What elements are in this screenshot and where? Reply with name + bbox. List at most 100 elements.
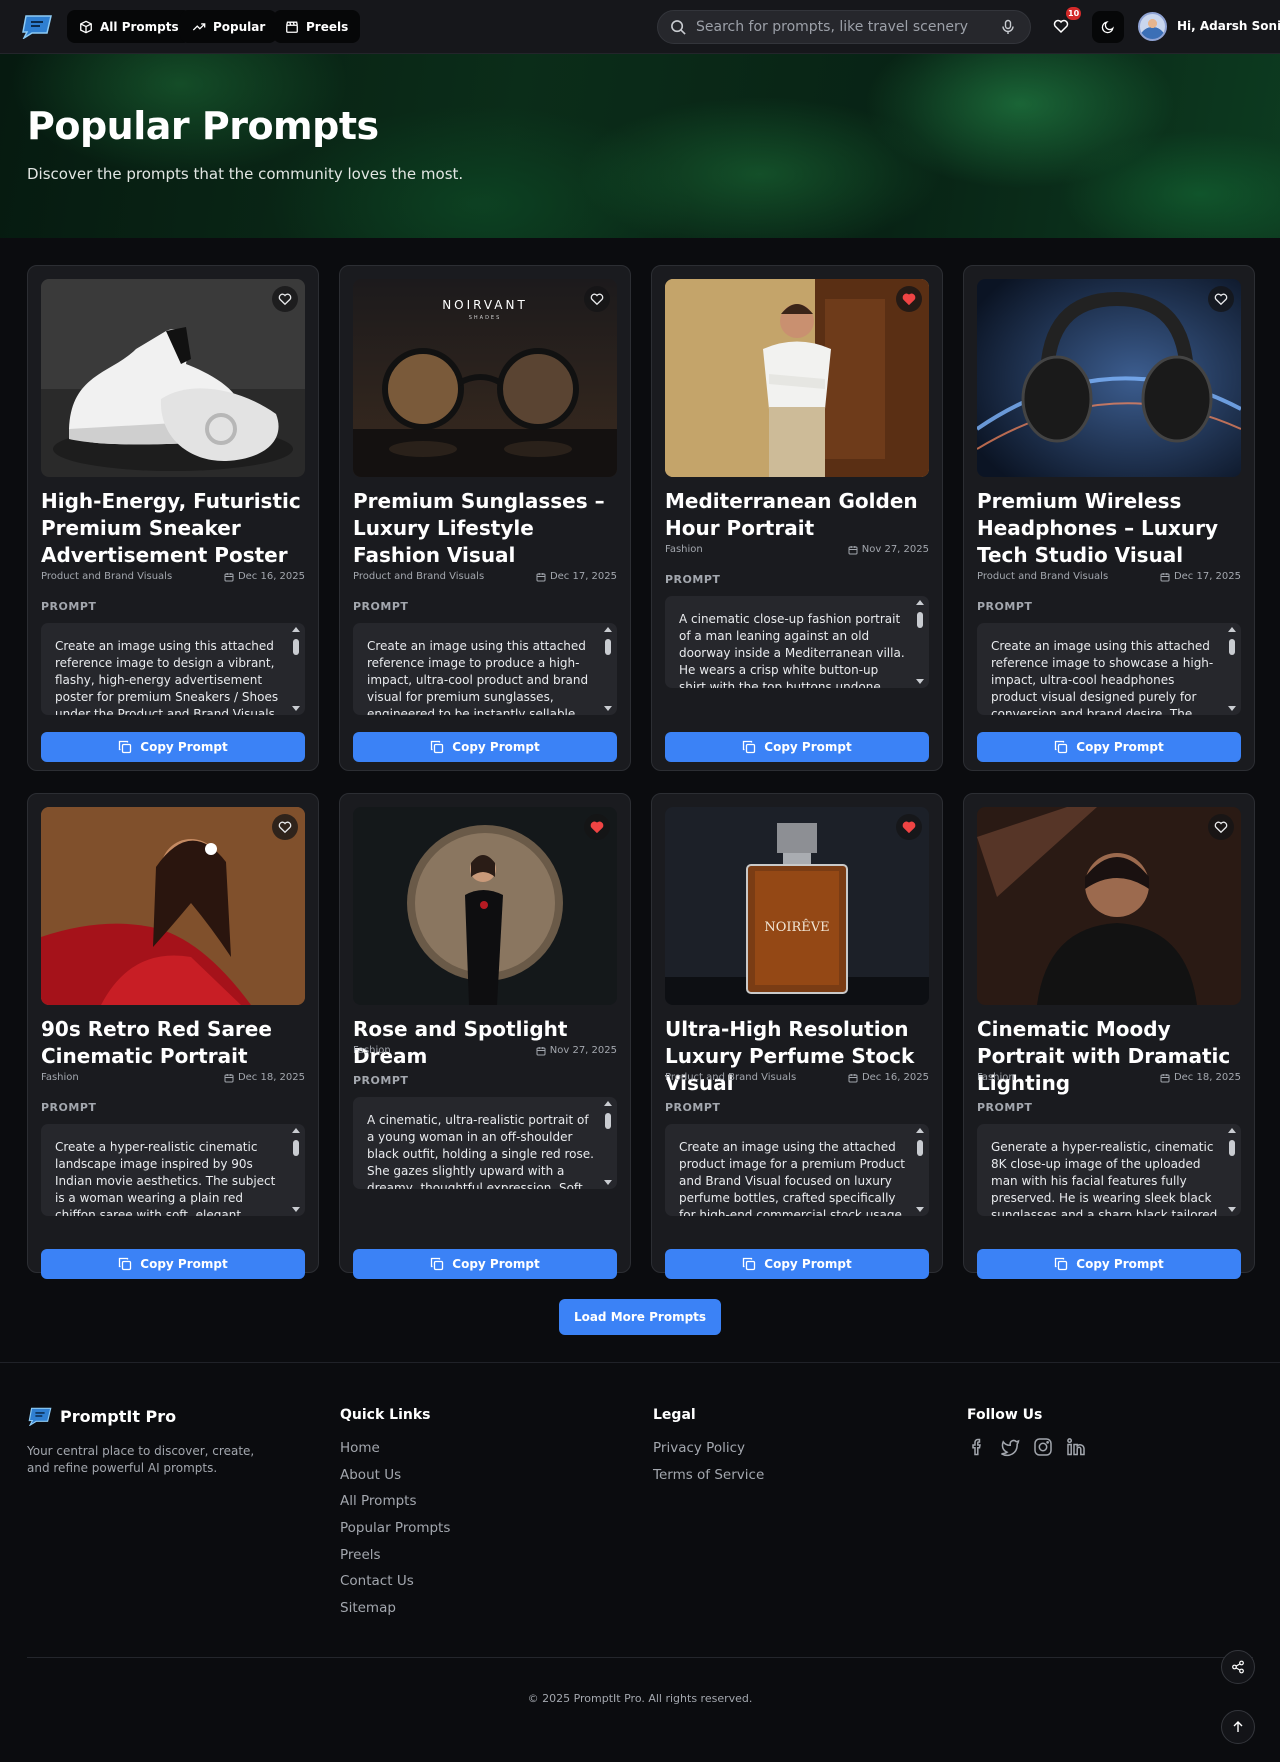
prompt-card[interactable]: Mediterranean Golden Hour Portrait Fashio… (651, 265, 943, 771)
prompt-card-title[interactable]: Rose and Spotlight Dream (353, 1016, 623, 1070)
prompt-card[interactable]: 90s Retro Red Saree Cinematic Portrait Fa… (27, 793, 319, 1279)
prompt-card-image[interactable] (353, 807, 617, 1005)
favorite-toggle-button[interactable] (272, 814, 298, 840)
prompt-card-image[interactable]: NOIRÊVE (665, 807, 929, 1005)
prompt-card-image[interactable] (665, 279, 929, 477)
footer-link-home[interactable]: Home (340, 1440, 380, 1456)
copy-prompt-button[interactable]: Copy Prompt (41, 732, 305, 762)
prompt-card-title[interactable]: Premium Wireless Headphones – Luxury Tec… (977, 488, 1247, 569)
scroll-down-arrow[interactable] (916, 1207, 924, 1212)
favorite-toggle-button[interactable] (584, 814, 610, 840)
scroll-down-arrow[interactable] (604, 1180, 612, 1185)
favorite-toggle-button[interactable] (272, 286, 298, 312)
scroll-up-arrow[interactable] (916, 600, 924, 605)
prompt-card[interactable]: Premium Wireless Headphones – Luxury Tec… (963, 265, 1255, 771)
prompt-card-image[interactable] (977, 279, 1241, 477)
scroll-down-arrow[interactable] (604, 706, 612, 711)
prompt-card[interactable]: High-Energy, Futuristic Premium Sneaker … (27, 265, 319, 771)
scroll-down-arrow[interactable] (1228, 706, 1236, 711)
theme-toggle-button[interactable] (1092, 11, 1124, 43)
scrollbar-thumb[interactable] (605, 639, 611, 655)
copy-prompt-button[interactable]: Copy Prompt (665, 732, 929, 762)
scroll-down-arrow[interactable] (292, 706, 300, 711)
prompt-scrollbar[interactable] (291, 1128, 301, 1212)
scrollbar-thumb[interactable] (293, 1140, 299, 1156)
prompt-scrollbar[interactable] (1227, 627, 1237, 711)
promptit-logo-icon[interactable] (20, 13, 54, 39)
copy-prompt-button[interactable]: Copy Prompt (977, 732, 1241, 762)
copy-prompt-button[interactable]: Copy Prompt (665, 1249, 929, 1279)
scroll-up-arrow[interactable] (292, 1128, 300, 1133)
search-input[interactable] (696, 11, 986, 43)
prompt-text-box[interactable]: Create an image using this attached refe… (977, 623, 1241, 715)
prompt-text-box[interactable]: Create an image using this attached refe… (41, 623, 305, 715)
prompt-card-title[interactable]: Mediterranean Golden Hour Portrait (665, 488, 935, 542)
prompt-text-box[interactable]: Create an image using the attached produ… (665, 1124, 929, 1216)
scroll-up-arrow[interactable] (916, 1128, 924, 1133)
footer-link-about-us[interactable]: About Us (340, 1467, 401, 1483)
user-avatar[interactable] (1138, 12, 1167, 41)
scroll-to-top-button[interactable] (1221, 1710, 1255, 1744)
scroll-down-arrow[interactable] (916, 679, 924, 684)
copy-prompt-button[interactable]: Copy Prompt (353, 1249, 617, 1279)
prompt-card-image[interactable] (41, 279, 305, 477)
prompt-text-box[interactable]: Create a hyper-realistic cinematic lands… (41, 1124, 305, 1216)
prompt-card[interactable]: Rose and Spotlight Dream Fashion Nov 27, 2… (339, 793, 631, 1279)
favorite-toggle-button[interactable] (1208, 286, 1234, 312)
scrollbar-thumb[interactable] (917, 612, 923, 628)
scroll-up-arrow[interactable] (604, 1101, 612, 1106)
nav-popular-button[interactable]: Popular (180, 10, 278, 43)
footer-link-terms-of-service[interactable]: Terms of Service (653, 1467, 764, 1483)
scrollbar-thumb[interactable] (917, 1140, 923, 1156)
favorite-toggle-button[interactable] (896, 814, 922, 840)
nav-preels-button[interactable]: Preels (273, 10, 361, 43)
scrollbar-thumb[interactable] (1229, 639, 1235, 655)
scroll-up-arrow[interactable] (292, 627, 300, 632)
prompt-scrollbar[interactable] (603, 1101, 613, 1185)
prompt-scrollbar[interactable] (291, 627, 301, 711)
footer-link-contact-us[interactable]: Contact Us (340, 1573, 414, 1589)
instagram-icon[interactable] (1032, 1436, 1054, 1458)
scrollbar-thumb[interactable] (293, 639, 299, 655)
copy-prompt-button[interactable]: Copy Prompt (41, 1249, 305, 1279)
scroll-up-arrow[interactable] (604, 627, 612, 632)
footer-link-sitemap[interactable]: Sitemap (340, 1600, 396, 1616)
prompt-card-title[interactable]: Premium Sunglasses – Luxury Lifestyle Fa… (353, 488, 623, 569)
prompt-card[interactable]: Cinematic Moody Portrait with Dramatic L… (963, 793, 1255, 1279)
prompt-card-image[interactable] (41, 807, 305, 1005)
scrollbar-thumb[interactable] (1229, 1140, 1235, 1156)
footer-link-preels[interactable]: Preels (340, 1547, 381, 1563)
copy-prompt-button[interactable]: Copy Prompt (977, 1249, 1241, 1279)
prompt-scrollbar[interactable] (915, 1128, 925, 1212)
prompt-card-image[interactable]: NOIRVANT SHADES (353, 279, 617, 477)
nav-all-prompts-button[interactable]: All Prompts (67, 10, 191, 43)
prompt-card[interactable]: NOIRÊVE Ultra-High Resolution Luxury Perf… (651, 793, 943, 1279)
twitter-icon[interactable] (999, 1436, 1021, 1458)
prompt-card-title[interactable]: 90s Retro Red Saree Cinematic Portrait (41, 1016, 311, 1070)
prompt-text-box[interactable]: Generate a hyper-realistic, cinematic 8K… (977, 1124, 1241, 1216)
scroll-down-arrow[interactable] (292, 1207, 300, 1212)
scroll-up-arrow[interactable] (1228, 1128, 1236, 1133)
footer-link-popular-prompts[interactable]: Popular Prompts (340, 1520, 450, 1536)
prompt-scrollbar[interactable] (915, 600, 925, 684)
scrollbar-thumb[interactable] (605, 1113, 611, 1129)
prompt-card-title[interactable]: High-Energy, Futuristic Premium Sneaker … (41, 488, 311, 569)
prompt-scrollbar[interactable] (603, 627, 613, 711)
prompt-scrollbar[interactable] (1227, 1128, 1237, 1212)
facebook-icon[interactable] (966, 1436, 988, 1458)
prompt-card-image[interactable] (977, 807, 1241, 1005)
prompt-text-box[interactable]: A cinematic, ultra-realistic portrait of… (353, 1097, 617, 1189)
scroll-up-arrow[interactable] (1228, 627, 1236, 632)
linkedin-icon[interactable] (1065, 1436, 1087, 1458)
copy-prompt-button[interactable]: Copy Prompt (353, 732, 617, 762)
favorite-toggle-button[interactable] (896, 286, 922, 312)
prompt-text-box[interactable]: Create an image using this attached refe… (353, 623, 617, 715)
share-button[interactable] (1221, 1650, 1255, 1684)
favorite-toggle-button[interactable] (1208, 814, 1234, 840)
prompt-text-box[interactable]: A cinematic close-up fashion portrait of… (665, 596, 929, 688)
footer-link-all-prompts[interactable]: All Prompts (340, 1493, 417, 1509)
promptit-logo-icon[interactable] (27, 1406, 53, 1426)
prompt-card[interactable]: NOIRVANT SHADES Premium Sunglasses – Luxur… (339, 265, 631, 771)
load-more-button[interactable]: Load More Prompts (559, 1299, 721, 1335)
favorite-toggle-button[interactable] (584, 286, 610, 312)
